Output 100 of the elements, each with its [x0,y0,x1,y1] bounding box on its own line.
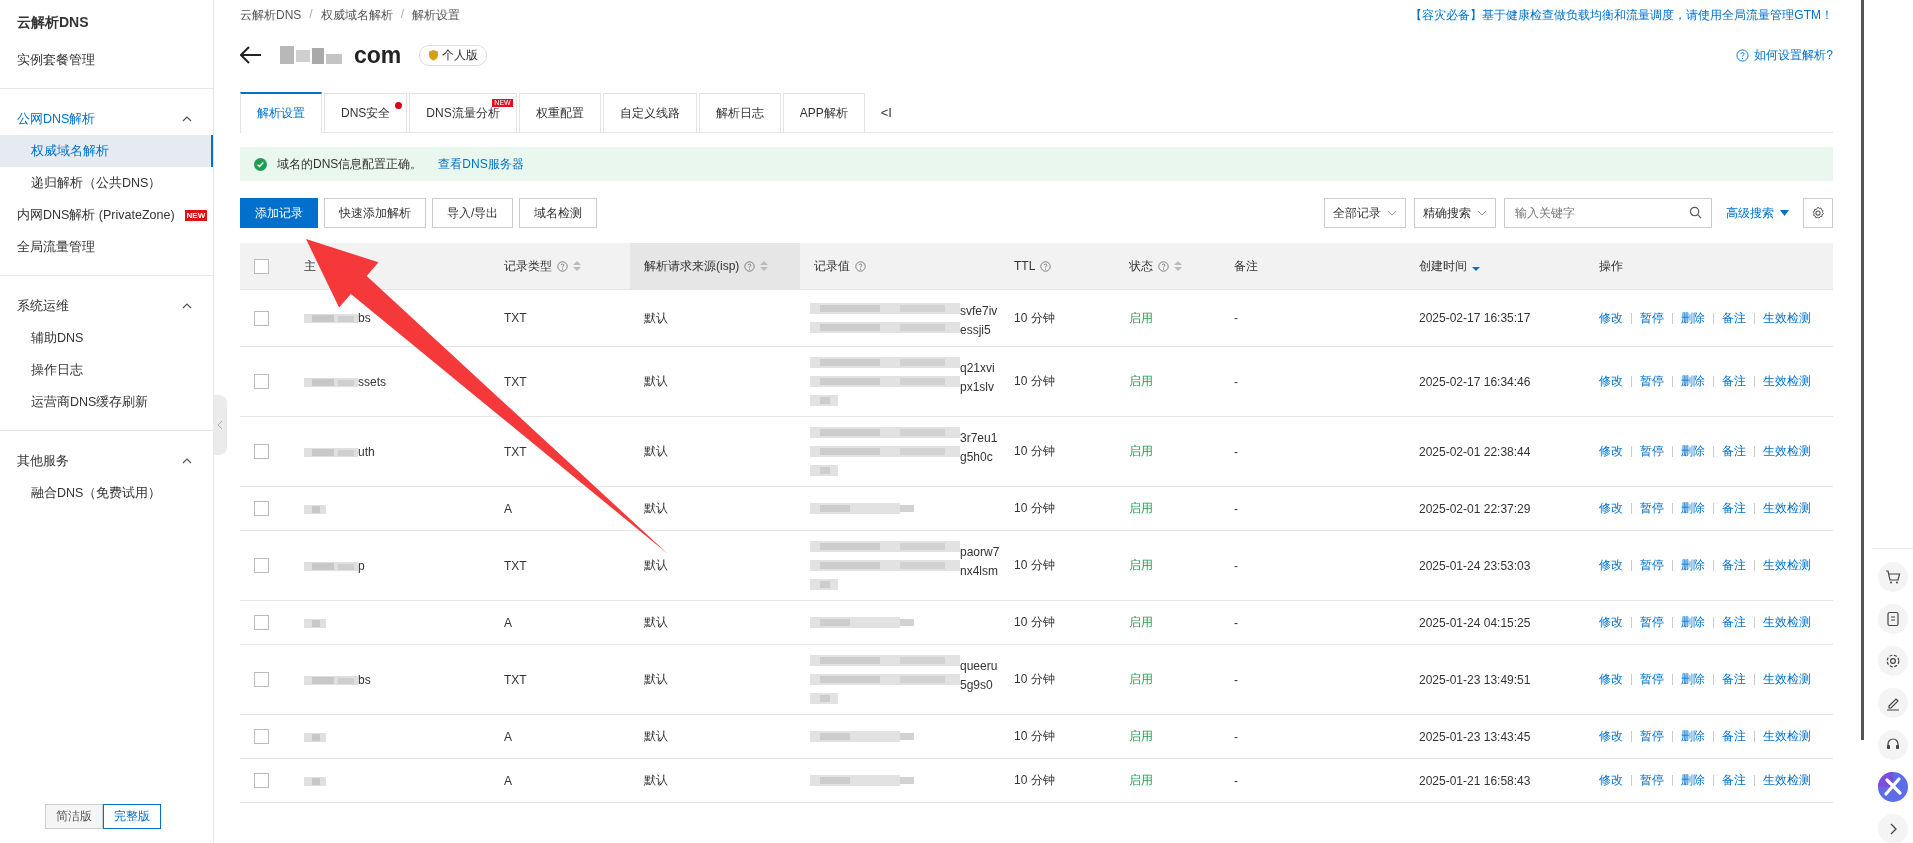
tab[interactable]: 权重配置 [518,93,601,132]
document-icon[interactable] [1878,604,1908,634]
action-link[interactable]: 生效检测 [1763,557,1811,574]
collapse-tabs-button[interactable]: <I [880,105,892,120]
row-checkbox[interactable] [254,773,269,788]
chevron-icon[interactable] [182,458,192,464]
row-checkbox[interactable] [254,374,269,389]
action-link[interactable]: 生效检测 [1763,671,1811,688]
sidebar-item[interactable]: 内网DNS解析 (PrivateZone) [17,206,175,224]
action-link[interactable]: 删除 [1681,373,1705,390]
select-all-checkbox[interactable] [254,258,269,274]
row-checkbox[interactable] [254,615,269,630]
action-link[interactable]: 备注 [1722,373,1746,390]
chevron-right-icon[interactable] [1878,814,1908,843]
help-link[interactable]: 如何设置解析? [1754,46,1833,64]
chevron-icon[interactable] [182,303,192,309]
pen-icon[interactable] [1878,688,1908,718]
action-link[interactable]: 生效检测 [1763,309,1811,327]
action-link[interactable]: 备注 [1722,309,1746,327]
logo-icon[interactable] [1878,772,1908,802]
tab[interactable]: 解析日志 [698,93,781,132]
action-link[interactable]: 生效检测 [1763,614,1811,631]
alert-link[interactable]: 查看DNS服务器 [438,155,524,173]
action-link[interactable]: 备注 [1722,614,1746,631]
action-link[interactable]: 暂停 [1640,500,1664,517]
sidebar-item[interactable]: 融合DNS（免费试用） [31,484,162,502]
action-link[interactable]: 修改 [1599,309,1623,327]
action-link[interactable]: 生效检测 [1763,772,1811,789]
back-arrow-icon[interactable] [240,46,262,64]
record-filter-select[interactable]: 全部记录 [1324,198,1406,228]
mode-toggle[interactable]: 简洁版 [45,804,103,829]
action-link[interactable]: 备注 [1722,557,1746,574]
action-link[interactable]: 暂停 [1640,772,1664,789]
action-link[interactable]: 修改 [1599,614,1623,631]
action-link[interactable]: 修改 [1599,500,1623,517]
action-link[interactable]: 删除 [1681,443,1705,460]
toolbar-button[interactable]: 导入/导出 [432,198,514,228]
action-link[interactable]: 备注 [1722,728,1746,745]
action-link[interactable]: 修改 [1599,671,1623,688]
sidebar-item[interactable]: 递归解析（公共DNS） [31,174,162,192]
action-link[interactable]: 暂停 [1640,614,1664,631]
help-icon[interactable] [1736,48,1750,62]
action-link[interactable]: 暂停 [1640,557,1664,574]
action-link[interactable]: 修改 [1599,728,1623,745]
breadcrumb-item[interactable]: 云解析DNS [240,6,302,24]
action-link[interactable]: 删除 [1681,671,1705,688]
headset-icon[interactable] [1878,730,1908,760]
search-field[interactable]: 输入关键字 [1504,198,1712,228]
caret-icon[interactable] [1780,210,1789,216]
cart-icon[interactable] [1878,562,1908,592]
action-link[interactable]: 修改 [1599,373,1623,390]
action-link[interactable]: 生效检测 [1763,443,1811,460]
action-link[interactable]: 删除 [1681,728,1705,745]
action-link[interactable]: 删除 [1681,614,1705,631]
sidebar-item[interactable]: 实例套餐管理 [17,51,95,69]
settings-button[interactable] [1803,198,1833,228]
sidebar-group[interactable]: 公网DNS解析 [17,110,96,128]
action-link[interactable]: 删除 [1681,500,1705,517]
action-link[interactable]: 删除 [1681,557,1705,574]
settings-icon[interactable] [1878,646,1908,676]
action-link[interactable]: 修改 [1599,772,1623,789]
search-icon[interactable] [1689,206,1702,219]
action-link[interactable]: 删除 [1681,772,1705,789]
mode-toggle[interactable]: 完整版 [103,804,161,829]
action-link[interactable]: 生效检测 [1763,728,1811,745]
sidebar-group[interactable]: 其他服务 [17,452,69,470]
tab[interactable]: APP解析 [782,93,865,132]
sidebar-group[interactable]: 系统运维 [17,297,69,315]
action-link[interactable]: 备注 [1722,671,1746,688]
action-link[interactable]: 备注 [1722,443,1746,460]
sidebar-item[interactable]: 运营商DNS缓存刷新 [31,393,149,411]
scrollbar[interactable] [1861,0,1864,740]
action-link[interactable]: 生效检测 [1763,500,1811,517]
advanced-search-link[interactable]: 高级搜索 [1726,204,1774,222]
action-link[interactable]: 备注 [1722,772,1746,789]
toolbar-button[interactable]: 域名检测 [519,198,598,228]
action-link[interactable]: 删除 [1681,309,1705,327]
sidebar-item[interactable]: 辅助DNS [31,329,84,347]
action-link[interactable]: 修改 [1599,443,1623,460]
row-checkbox[interactable] [254,729,269,744]
toolbar-button[interactable]: 快速添加解析 [324,198,426,228]
sidebar-item[interactable]: 全局流量管理 [17,238,95,256]
chevron-icon[interactable] [182,116,192,122]
action-link[interactable]: 暂停 [1640,728,1664,745]
tab[interactable]: 解析设置 [240,92,322,133]
row-checkbox[interactable] [254,558,269,573]
toolbar-button[interactable]: 添加记录 [240,198,318,228]
collapse-handle[interactable] [213,395,227,455]
notice-link[interactable]: 【容灾必备】基于健康检查做负载均衡和流量调度，请使用全局流量管理GTM！ [1410,7,1833,22]
tab[interactable]: DNS安全 [324,93,408,132]
row-checkbox[interactable] [254,672,269,687]
action-link[interactable]: 备注 [1722,500,1746,517]
action-link[interactable]: 暂停 [1640,309,1664,327]
action-link[interactable]: 修改 [1599,557,1623,574]
tab[interactable]: 自定义线路 [602,93,697,132]
action-link[interactable]: 生效检测 [1763,373,1811,390]
sidebar-item[interactable]: 操作日志 [31,361,83,379]
row-checkbox[interactable] [254,501,269,516]
row-checkbox[interactable] [254,444,269,459]
action-link[interactable]: 暂停 [1640,671,1664,688]
